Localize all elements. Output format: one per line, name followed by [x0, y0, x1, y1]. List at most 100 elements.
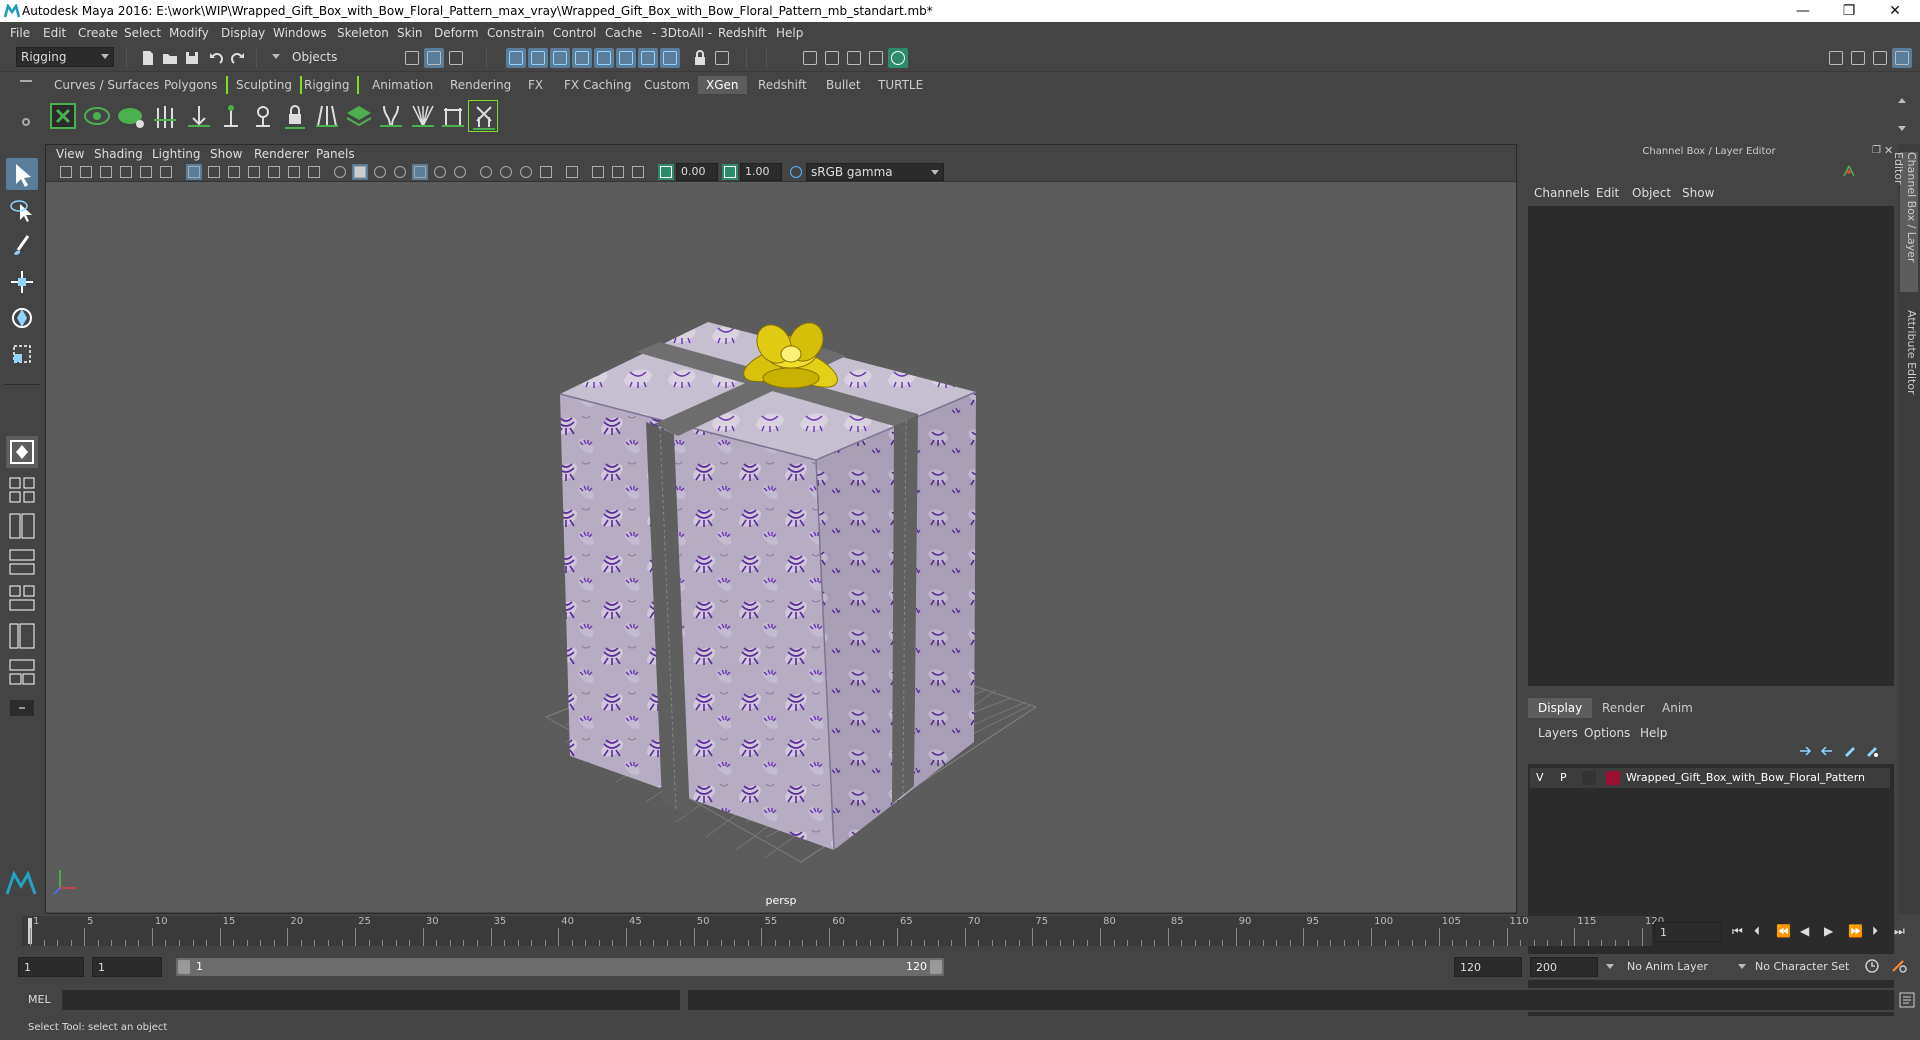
menu-control[interactable]: Control: [553, 26, 596, 40]
tab-render[interactable]: Render: [1592, 698, 1655, 718]
snap-point-icon[interactable]: [550, 48, 570, 68]
layer-visibility-toggle[interactable]: V: [1536, 771, 1550, 784]
shelf-scroll-up-icon[interactable]: [1898, 98, 1906, 103]
paint-select-tool-icon[interactable]: [6, 230, 38, 262]
outliner-layout-icon[interactable]: [6, 620, 38, 652]
channel-box-area[interactable]: [1528, 206, 1894, 686]
move-tool-icon[interactable]: [6, 266, 38, 298]
xgen-layered-guides-icon[interactable]: [344, 100, 374, 132]
depth-of-field-icon[interactable]: [538, 164, 554, 180]
redo-icon[interactable]: [228, 48, 248, 68]
menu-skin[interactable]: Skin: [397, 26, 423, 40]
anti-aliasing-icon[interactable]: [518, 164, 534, 180]
toggle-channel-box-icon[interactable]: [1892, 48, 1912, 68]
shelf-tab-sculpting[interactable]: Sculpting: [226, 76, 303, 94]
xray-icon[interactable]: [590, 164, 606, 180]
tab-display[interactable]: Display: [1528, 698, 1593, 718]
options-menu[interactable]: Options: [1584, 726, 1630, 740]
playback-start-field[interactable]: 1: [92, 957, 162, 977]
select-tool-icon[interactable]: [6, 158, 38, 190]
current-frame-field[interactable]: 1: [1654, 922, 1722, 942]
open-scene-icon[interactable]: [160, 48, 180, 68]
shelf-tab-animation[interactable]: Animation: [364, 76, 441, 94]
axis-orient-icon[interactable]: [1842, 164, 1856, 178]
xgen-guide-fans-icon[interactable]: [312, 100, 342, 132]
ipr-render-icon[interactable]: [844, 48, 864, 68]
color-management-icon[interactable]: [788, 164, 804, 180]
snap-grid-icon[interactable]: [506, 48, 526, 68]
shadows-icon[interactable]: [452, 164, 468, 180]
select-by-component-icon[interactable]: [446, 48, 466, 68]
shelf-tab-bullet[interactable]: Bullet: [818, 76, 869, 94]
new-scene-icon[interactable]: [138, 48, 158, 68]
snap-view-plane-icon[interactable]: [572, 48, 592, 68]
shelf-menu-icon[interactable]: [20, 80, 32, 82]
move-layer-down-icon[interactable]: [1818, 744, 1834, 758]
menu-deform[interactable]: Deform: [434, 26, 479, 40]
hypershade-icon[interactable]: [888, 48, 908, 68]
snap-surface-icon[interactable]: [616, 48, 636, 68]
exposure-field[interactable]: 0.00: [676, 163, 718, 181]
xgen-lock-guides-icon[interactable]: [280, 100, 310, 132]
go-to-end-icon[interactable]: ⏭: [1894, 924, 1905, 939]
select-highlight-icon[interactable]: [712, 48, 732, 68]
screen-space-ao-icon[interactable]: [478, 164, 494, 180]
viewport-menu-panels[interactable]: Panels: [316, 147, 355, 161]
motion-blur-icon[interactable]: [498, 164, 514, 180]
animation-start-field[interactable]: 1: [18, 957, 84, 977]
scale-tool-icon[interactable]: [6, 338, 38, 370]
shelf-tab-turtle[interactable]: TURTLE: [870, 76, 931, 94]
step-back-frame-icon[interactable]: ⏴: [1754, 924, 1760, 939]
persp-graph-layout-icon[interactable]: [6, 546, 38, 578]
move-layer-up-icon[interactable]: [1798, 744, 1814, 758]
snap-vertex-icon[interactable]: [638, 48, 658, 68]
range-end-handle[interactable]: [930, 960, 942, 974]
menu-redshift[interactable]: Redshift: [718, 26, 767, 40]
xgen-bind-icon[interactable]: [248, 100, 278, 132]
time-slider[interactable]: 1 5 10 15 20 25 30 35 40 45 50 55 60 65 70 75 80 85 90 95 10…: [22, 916, 1664, 946]
restore-button[interactable]: ❐: [1826, 0, 1872, 22]
tab-attribute-editor[interactable]: Attribute Editor: [1900, 310, 1918, 400]
step-forward-key-icon[interactable]: ⏩: [1848, 924, 1863, 938]
animation-end-field[interactable]: 200: [1530, 957, 1598, 977]
viewport-menu-renderer[interactable]: Renderer: [254, 147, 309, 161]
field-chart-icon[interactable]: [266, 164, 282, 180]
step-forward-frame-icon[interactable]: ⏵: [1872, 924, 1878, 939]
new-layer-from-selection-icon[interactable]: [1864, 744, 1880, 758]
select-by-object-type-icon[interactable]: [424, 48, 444, 68]
menu-edit[interactable]: Edit: [43, 26, 66, 40]
snap-live-icon[interactable]: [594, 48, 614, 68]
shelf-tab-fx[interactable]: FX: [520, 76, 551, 94]
channels-menu[interactable]: Channels: [1534, 186, 1590, 200]
default-material-icon[interactable]: [372, 164, 388, 180]
object-menu[interactable]: Object: [1632, 186, 1671, 200]
save-scene-icon[interactable]: [182, 48, 202, 68]
xgen-editor-icon[interactable]: [48, 100, 78, 132]
color-space-dropdown[interactable]: sRGB gamma: [806, 163, 944, 181]
playback-end-field[interactable]: 120: [1454, 957, 1522, 977]
layer-row[interactable]: V P Wrapped_Gift_Box_with_Bow_Floral_Pat…: [1530, 768, 1890, 788]
viewport-menu-show[interactable]: Show: [210, 147, 242, 161]
close-button[interactable]: ✕: [1872, 0, 1918, 22]
go-to-start-icon[interactable]: ⏮: [1732, 924, 1743, 939]
selection-mode-dropdown[interactable]: Objects: [272, 48, 380, 66]
use-all-lights-icon[interactable]: [432, 164, 448, 180]
single-perspective-layout-icon[interactable]: [6, 436, 38, 468]
menu-create[interactable]: Create: [78, 26, 118, 40]
new-empty-layer-icon[interactable]: [1842, 744, 1858, 758]
gear-icon[interactable]: [22, 118, 30, 126]
camera-attributes-icon[interactable]: [78, 164, 94, 180]
rotate-tool-icon[interactable]: [6, 302, 38, 334]
help-menu[interactable]: Help: [1640, 726, 1667, 740]
toggle-outliner-icon[interactable]: [1848, 48, 1868, 68]
shelf-scroll-down-icon[interactable]: [1898, 126, 1906, 131]
play-backwards-icon[interactable]: ◀: [1800, 924, 1809, 938]
textured-icon[interactable]: [412, 164, 428, 180]
persp-outliner-layout-icon[interactable]: [6, 510, 38, 542]
menu-modify[interactable]: Modify: [169, 26, 209, 40]
xgen-create-description-icon[interactable]: [116, 100, 146, 132]
auto-key-icon[interactable]: [1864, 958, 1880, 974]
command-input[interactable]: [62, 990, 680, 1010]
camera-select-icon[interactable]: [58, 164, 74, 180]
layer-name[interactable]: Wrapped_Gift_Box_with_Bow_Floral_Pattern: [1626, 771, 1865, 784]
